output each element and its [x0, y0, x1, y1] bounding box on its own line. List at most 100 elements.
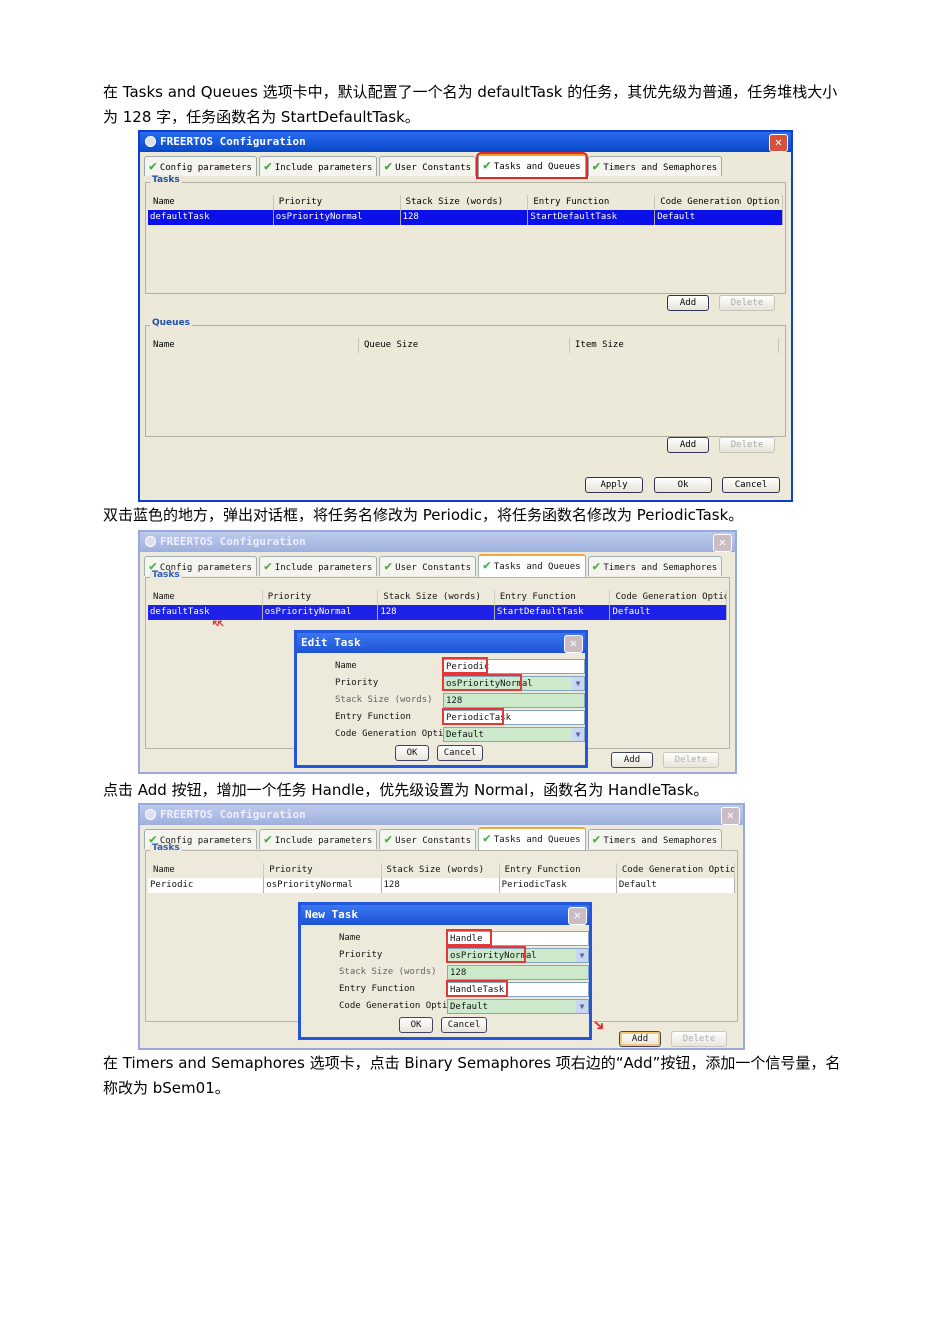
tab-label: Include parameters	[274, 836, 373, 846]
tab-label: Include parameters	[274, 163, 373, 173]
column-header[interactable]: Stack Size (words)	[378, 590, 495, 605]
tab-include-parameters[interactable]: ✔ Include parameters	[258, 156, 378, 176]
column-header[interactable]: Item Size	[570, 338, 779, 353]
queues-label: Queues	[150, 318, 193, 328]
code-generation-select[interactable]: Default	[447, 999, 589, 1014]
title-bar: FREERTOS Configuration	[140, 805, 743, 825]
close-button[interactable]: ✕	[769, 134, 788, 152]
freertos-config-window: FREERTOS Configuration ✕ ✔ Config parameter…	[138, 803, 745, 1050]
check-icon: ✔	[149, 159, 157, 174]
task-cell: 128	[382, 878, 500, 893]
close-button[interactable]: ✕	[721, 807, 740, 825]
chevron-down-icon[interactable]: ▼	[572, 728, 584, 741]
tab-config-parameters[interactable]: ✔ Config parameters	[144, 156, 257, 176]
tasks-label: Tasks	[150, 570, 182, 580]
check-icon: ✔	[592, 559, 601, 574]
task-cell: Periodic	[148, 878, 265, 893]
tab-include-parameters[interactable]: ✔ Include parameters	[258, 829, 378, 849]
tab-label: Include parameters	[274, 563, 373, 573]
dialog-cancel-button[interactable]: Cancel	[437, 745, 483, 761]
task-cell: PeriodicTask	[500, 878, 617, 893]
task-row[interactable]: defaultTask osPriorityNormal 128 StartDefau…	[148, 210, 783, 225]
task-cell: defaultTask	[148, 605, 263, 620]
app-logo-icon	[145, 536, 156, 547]
tab-user-constants[interactable]: ✔ User Constants	[379, 556, 477, 576]
column-header[interactable]: Entry Function	[528, 195, 656, 210]
tab-include-parameters[interactable]: ✔ Include parameters	[258, 556, 378, 576]
column-header[interactable]: Priority	[264, 863, 382, 878]
task-row[interactable]: Periodic osPriorityNormal 128 PeriodicTask D…	[148, 878, 736, 893]
field-label: Stack Size (words)	[339, 967, 437, 977]
tab-tasks-and-queues[interactable]: ✔ Tasks and Queues	[478, 554, 586, 577]
column-header[interactable]: Name	[148, 590, 263, 605]
column-header[interactable]: Stack Size (words)	[382, 863, 500, 878]
stack-size-field: 128	[443, 693, 585, 708]
tab-label: User Constants	[395, 163, 472, 173]
delete-task-button: Delete	[671, 1031, 727, 1047]
dialog-ok-button[interactable]: OK	[399, 1017, 433, 1033]
dialog-close-button[interactable]: ✕	[564, 635, 583, 653]
column-header[interactable]: Queue Size	[359, 338, 570, 353]
tab-tasks-and-queues[interactable]: ✔ Tasks and Queues	[478, 827, 586, 850]
tab-bar: ✔ Config parameters ✔ Include parameters ✔ Us…	[144, 827, 723, 850]
dialog-cancel-button[interactable]: Cancel	[441, 1017, 487, 1033]
column-header[interactable]: Stack Size (words)	[401, 195, 529, 210]
tab-timers-and-semaphores[interactable]: ✔ Timers and Semaphores	[587, 156, 723, 176]
dialog-title: Edit Task	[301, 636, 361, 649]
code-generation-select[interactable]: Default	[443, 727, 585, 742]
app-logo-icon	[145, 809, 156, 820]
tab-user-constants[interactable]: ✔ User Constants	[379, 156, 477, 176]
tasks-group: Tasks Name Priority Stack Size (words) Entry…	[145, 175, 786, 294]
column-header[interactable]: Name	[148, 338, 359, 353]
check-icon: ✔	[384, 159, 393, 174]
stack-size-field: 128	[447, 965, 589, 980]
tab-user-constants[interactable]: ✔ User Constants	[379, 829, 477, 849]
column-header[interactable]: Entry Function	[495, 590, 611, 605]
close-button[interactable]: ✕	[713, 534, 732, 552]
tab-tasks-and-queues[interactable]: ✔ Tasks and Queues	[476, 152, 588, 179]
column-header[interactable]: Entry Function	[500, 863, 617, 878]
column-header[interactable]: Code Generation Option	[655, 195, 783, 210]
column-header[interactable]: Code Generation Option	[617, 863, 736, 878]
task-cell: 128	[378, 605, 495, 620]
cancel-button[interactable]: Cancel	[722, 477, 780, 493]
tab-label: User Constants	[395, 836, 472, 846]
chevron-down-icon[interactable]: ▼	[572, 677, 584, 690]
check-icon: ✔	[263, 832, 272, 847]
task-row[interactable]: defaultTask osPriorityNormal 128 StartDefau…	[148, 605, 728, 620]
tasks-table-header: Name Priority Stack Size (words) Entry Func…	[148, 590, 728, 605]
field-label: Code Generation Option	[335, 729, 455, 739]
check-icon: ✔	[592, 832, 601, 847]
add-task-button[interactable]: Add	[611, 752, 653, 768]
tasks-table-header: Name Priority Stack Size (words) Entry Func…	[148, 863, 736, 878]
column-header[interactable]: Code Generation Option	[610, 590, 728, 605]
apply-button[interactable]: Apply	[585, 477, 643, 493]
add-task-button[interactable]: Add	[667, 295, 709, 311]
dialog-close-button[interactable]: ✕	[568, 907, 587, 925]
chevron-down-icon[interactable]: ▼	[576, 949, 588, 962]
paragraph-1: 在 Tasks and Queues 选项卡中，默认配置了一个名为 defaul…	[103, 83, 838, 126]
tab-bar: ✔ Config parameters ✔ Include parameters ✔ Us…	[144, 554, 723, 577]
add-task-button[interactable]: Add	[619, 1031, 661, 1047]
document-page: 在 Tasks and Queues 选项卡中，默认配置了一个名为 defaul…	[0, 0, 950, 1344]
task-cell: StartDefaultTask	[495, 605, 611, 620]
ok-button[interactable]: Ok	[654, 477, 712, 493]
column-header[interactable]: Priority	[263, 590, 379, 605]
tab-timers-and-semaphores[interactable]: ✔ Timers and Semaphores	[587, 556, 723, 576]
column-header[interactable]: Name	[148, 195, 274, 210]
tab-timers-and-semaphores[interactable]: ✔ Timers and Semaphores	[587, 829, 723, 849]
title-bar: FREERTOS Configuration	[140, 532, 735, 552]
dialog-title-bar: Edit Task	[297, 633, 585, 653]
column-header[interactable]: Priority	[274, 195, 401, 210]
dialog-ok-button[interactable]: OK	[395, 745, 429, 761]
tasks-label: Tasks	[150, 843, 182, 853]
field-label: Name	[339, 933, 361, 943]
queues-table: Name Queue Size Item Size	[148, 338, 783, 434]
field-label: Code Generation Option	[339, 1001, 459, 1011]
add-queue-button[interactable]: Add	[667, 437, 709, 453]
column-header[interactable]: Name	[148, 863, 265, 878]
form-row: Entry Function HandleTask	[339, 980, 589, 997]
queues-table-header: Name Queue Size Item Size	[148, 338, 783, 353]
edit-task-dialog: Edit Task ✕ Name Periodic Priority osPriority…	[294, 630, 588, 768]
chevron-down-icon[interactable]: ▼	[576, 1000, 588, 1013]
